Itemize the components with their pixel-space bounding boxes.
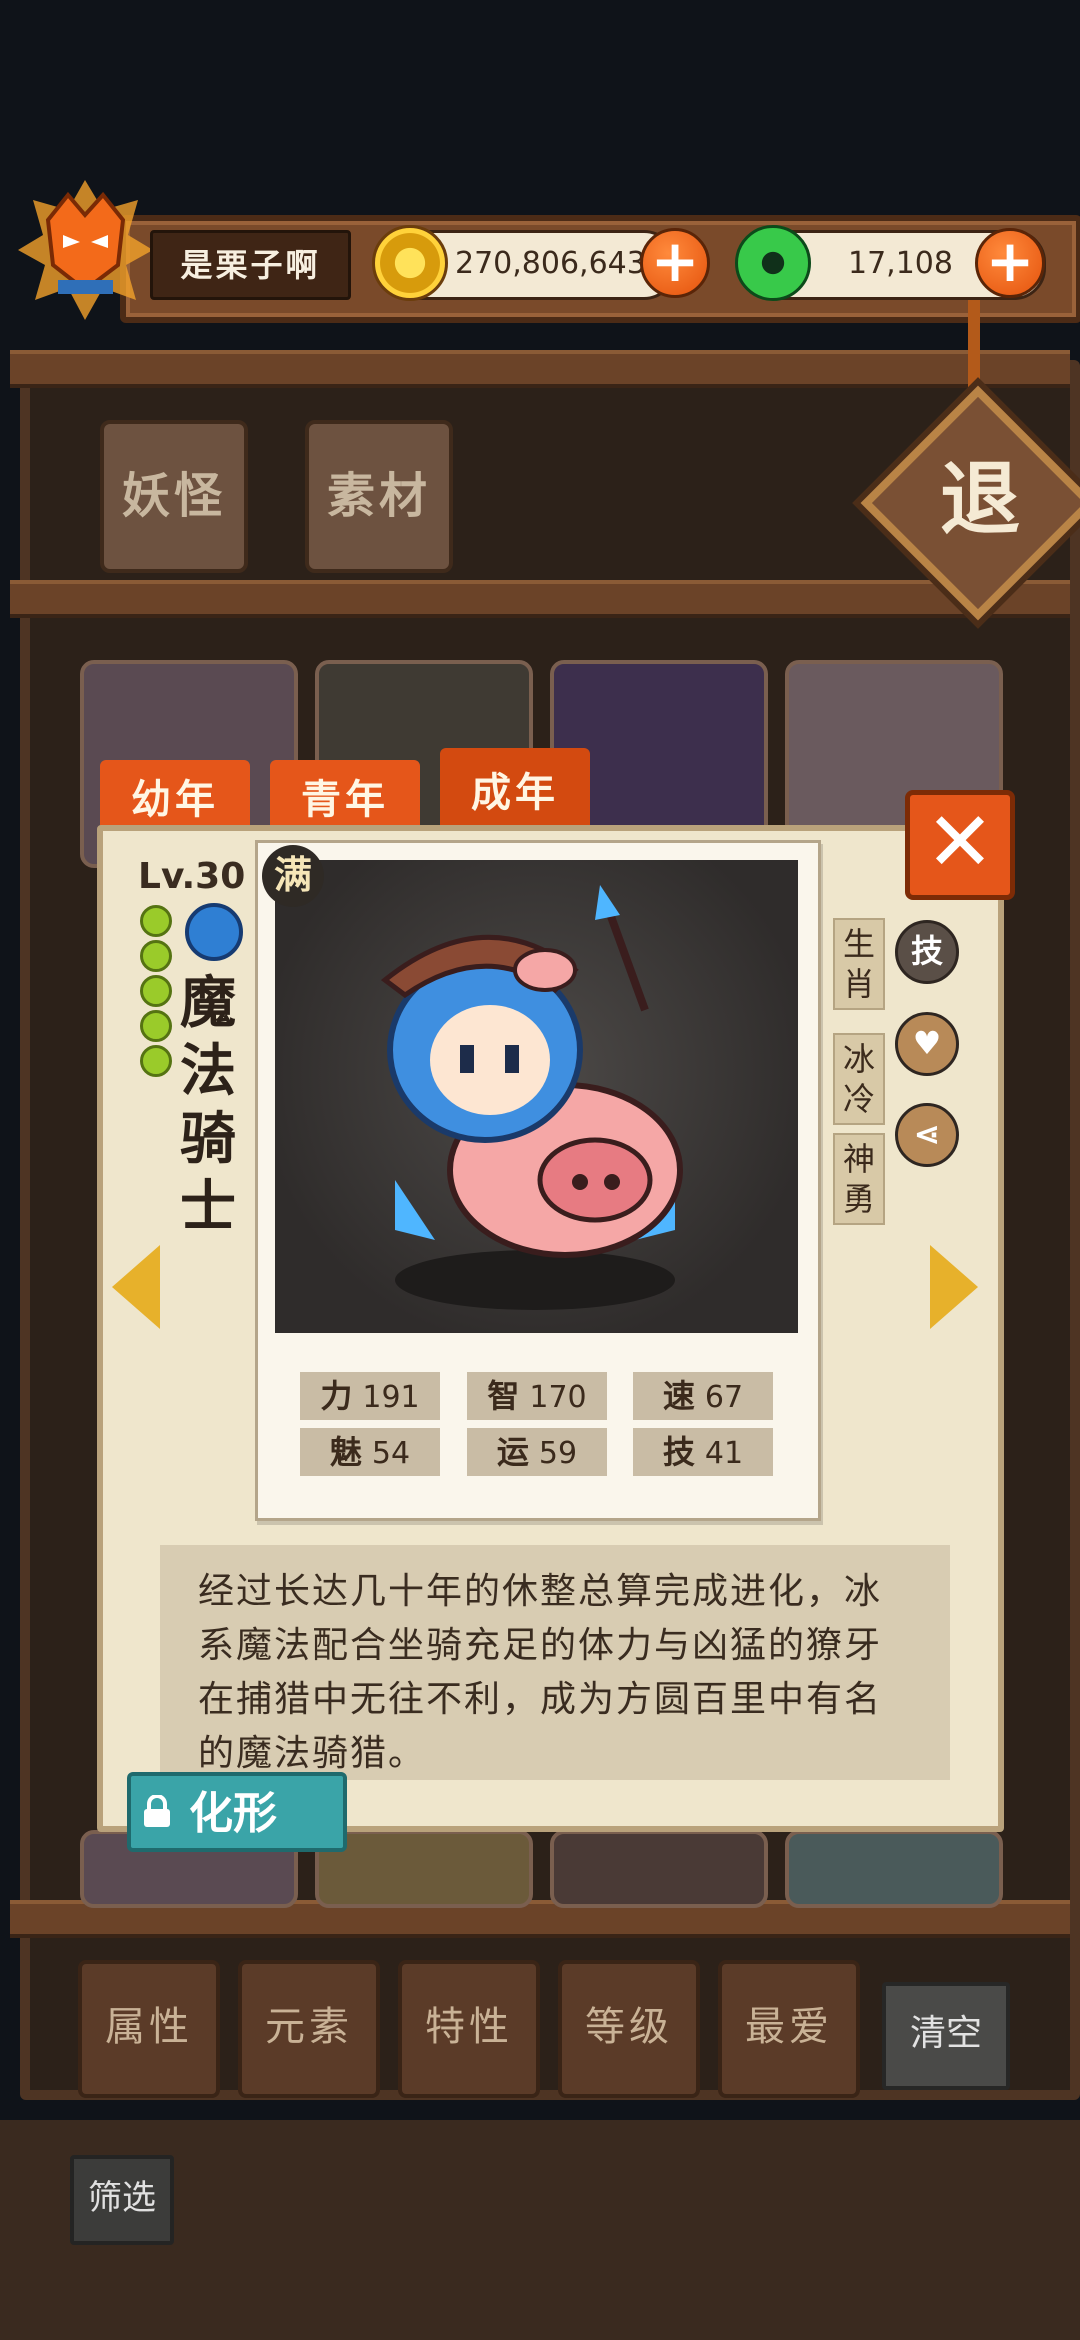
star-icon bbox=[140, 1045, 172, 1077]
monster-card[interactable] bbox=[785, 1830, 1003, 1908]
monster-portrait bbox=[275, 860, 798, 1333]
star-icon bbox=[140, 1010, 172, 1042]
star-icon bbox=[140, 975, 172, 1007]
monster-name: 魔法骑士 bbox=[180, 971, 236, 1240]
player-avatar[interactable] bbox=[18, 180, 153, 320]
star-icon bbox=[140, 905, 172, 937]
next-arrow-icon[interactable] bbox=[930, 1245, 978, 1329]
max-badge: 满 bbox=[262, 845, 324, 907]
monster-level: Lv.30 bbox=[138, 856, 246, 897]
clear-button[interactable]: 清空 bbox=[882, 1982, 1010, 2090]
stat-speed: 速 67 bbox=[633, 1372, 773, 1420]
prev-arrow-icon[interactable] bbox=[112, 1245, 160, 1329]
filter-trait[interactable]: 特性 bbox=[398, 1960, 540, 2098]
stat-skill: 技 41 bbox=[633, 1428, 773, 1476]
water-element-icon bbox=[185, 903, 243, 961]
shelf-top bbox=[10, 350, 1070, 388]
close-button[interactable]: ✕ bbox=[905, 790, 1015, 900]
player-name: 是栗子啊 bbox=[150, 230, 351, 300]
trait-icy: 冰冷 bbox=[833, 1033, 885, 1125]
exit-label: 退 bbox=[940, 453, 1020, 546]
stat-strength: 力 191 bbox=[300, 1372, 440, 1420]
jade-value: 17,108 bbox=[848, 246, 953, 281]
add-gold-button[interactable]: + bbox=[640, 228, 710, 298]
shelf-tabs bbox=[10, 580, 1070, 618]
heart-icon[interactable]: ♥ bbox=[895, 1012, 959, 1076]
skill-icon[interactable]: 技 bbox=[895, 920, 959, 984]
monster-card[interactable] bbox=[315, 1830, 533, 1908]
star-icon bbox=[140, 940, 172, 972]
monster-card[interactable] bbox=[550, 1830, 768, 1908]
filter-element[interactable]: 元素 bbox=[238, 1960, 380, 2098]
filter-attribute[interactable]: 属性 bbox=[78, 1960, 220, 2098]
gold-value: 270,806,643 bbox=[455, 246, 646, 281]
lock-icon bbox=[140, 1794, 174, 1829]
add-jade-button[interactable]: + bbox=[975, 228, 1045, 298]
stat-intelligence: 智 170 bbox=[467, 1372, 607, 1420]
gold-coin-icon bbox=[372, 225, 448, 301]
stat-charm: 魅 54 bbox=[300, 1428, 440, 1476]
trait-brave: 神勇 bbox=[833, 1133, 885, 1225]
trait-zodiac: 生肖 bbox=[833, 918, 885, 1010]
monster-description: 经过长达几十年的休整总算完成进化，冰系魔法配合坐骑充足的体力与凶猛的獠牙在捕猎中… bbox=[160, 1545, 950, 1780]
stat-luck: 运 59 bbox=[467, 1428, 607, 1476]
filter-favorite[interactable]: 最爱 bbox=[718, 1960, 860, 2098]
share-icon[interactable]: ⋖ bbox=[895, 1103, 959, 1167]
screen-button[interactable]: 筛选 bbox=[70, 2155, 174, 2245]
filter-level[interactable]: 等级 bbox=[558, 1960, 700, 2098]
tab-materials[interactable]: 素材 bbox=[305, 420, 453, 573]
jade-icon bbox=[735, 225, 811, 301]
tab-monsters[interactable]: 妖怪 bbox=[100, 420, 248, 573]
